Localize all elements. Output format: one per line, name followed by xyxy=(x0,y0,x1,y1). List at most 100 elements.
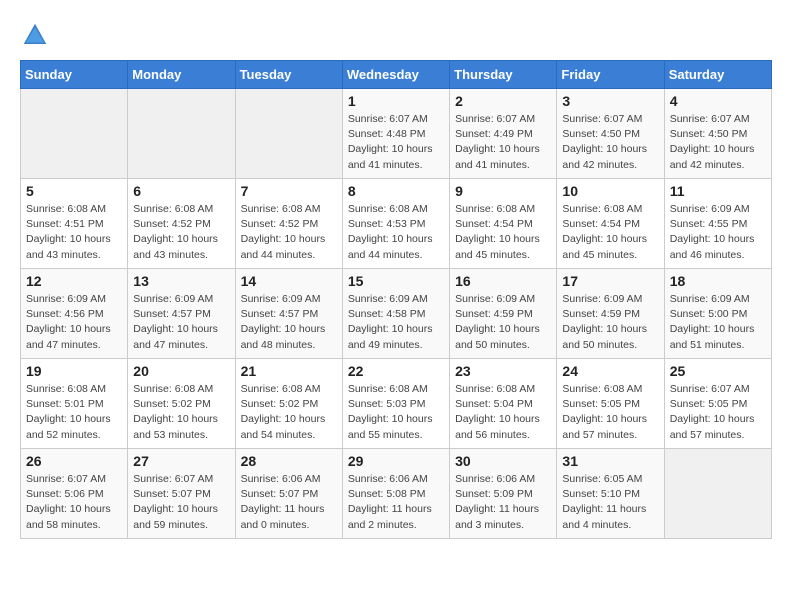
day-info: Sunrise: 6:08 AM Sunset: 5:03 PM Dayligh… xyxy=(348,382,444,443)
day-number: 19 xyxy=(26,363,122,379)
calendar-cell: 23 Sunrise: 6:08 AM Sunset: 5:04 PM Dayli… xyxy=(450,359,557,449)
day-header-sunday: Sunday xyxy=(21,61,128,89)
calendar-cell: 10 Sunrise: 6:08 AM Sunset: 4:54 PM Dayli… xyxy=(557,179,664,269)
day-info: Sunrise: 6:07 AM Sunset: 5:07 PM Dayligh… xyxy=(133,472,229,533)
calendar-cell: 18 Sunrise: 6:09 AM Sunset: 5:00 PM Dayli… xyxy=(664,269,771,359)
day-info: Sunrise: 6:07 AM Sunset: 4:49 PM Dayligh… xyxy=(455,112,551,173)
day-number: 18 xyxy=(670,273,766,289)
calendar-cell: 8 Sunrise: 6:08 AM Sunset: 4:53 PM Daylig… xyxy=(342,179,449,269)
day-info: Sunrise: 6:08 AM Sunset: 5:01 PM Dayligh… xyxy=(26,382,122,443)
day-number: 12 xyxy=(26,273,122,289)
day-info: Sunrise: 6:07 AM Sunset: 5:06 PM Dayligh… xyxy=(26,472,122,533)
day-number: 23 xyxy=(455,363,551,379)
day-number: 17 xyxy=(562,273,658,289)
day-number: 20 xyxy=(133,363,229,379)
day-number: 26 xyxy=(26,453,122,469)
page-header xyxy=(20,20,772,50)
calendar-cell: 11 Sunrise: 6:09 AM Sunset: 4:55 PM Dayli… xyxy=(664,179,771,269)
calendar-cell: 17 Sunrise: 6:09 AM Sunset: 4:59 PM Dayli… xyxy=(557,269,664,359)
calendar-cell: 14 Sunrise: 6:09 AM Sunset: 4:57 PM Dayli… xyxy=(235,269,342,359)
calendar-cell: 19 Sunrise: 6:08 AM Sunset: 5:01 PM Dayli… xyxy=(21,359,128,449)
calendar-cell: 7 Sunrise: 6:08 AM Sunset: 4:52 PM Daylig… xyxy=(235,179,342,269)
day-info: Sunrise: 6:05 AM Sunset: 5:10 PM Dayligh… xyxy=(562,472,658,533)
week-row-1: 1 Sunrise: 6:07 AM Sunset: 4:48 PM Daylig… xyxy=(21,89,772,179)
calendar-cell xyxy=(21,89,128,179)
calendar-cell: 20 Sunrise: 6:08 AM Sunset: 5:02 PM Dayli… xyxy=(128,359,235,449)
calendar-cell: 12 Sunrise: 6:09 AM Sunset: 4:56 PM Dayli… xyxy=(21,269,128,359)
day-number: 14 xyxy=(241,273,337,289)
logo-icon xyxy=(20,20,50,50)
day-info: Sunrise: 6:09 AM Sunset: 4:59 PM Dayligh… xyxy=(562,292,658,353)
calendar-cell: 5Sunrise: 6:08 AM Sunset: 4:51 PM Daylig… xyxy=(21,179,128,269)
day-info: Sunrise: 6:06 AM Sunset: 5:08 PM Dayligh… xyxy=(348,472,444,533)
calendar-cell xyxy=(235,89,342,179)
calendar-cell: 16 Sunrise: 6:09 AM Sunset: 4:59 PM Dayli… xyxy=(450,269,557,359)
day-number: 15 xyxy=(348,273,444,289)
day-header-tuesday: Tuesday xyxy=(235,61,342,89)
day-info: Sunrise: 6:08 AM Sunset: 5:02 PM Dayligh… xyxy=(241,382,337,443)
day-number: 24 xyxy=(562,363,658,379)
week-row-2: 5Sunrise: 6:08 AM Sunset: 4:51 PM Daylig… xyxy=(21,179,772,269)
calendar-cell: 26 Sunrise: 6:07 AM Sunset: 5:06 PM Dayli… xyxy=(21,449,128,539)
day-number: 16 xyxy=(455,273,551,289)
calendar-cell: 13Sunrise: 6:09 AM Sunset: 4:57 PM Dayli… xyxy=(128,269,235,359)
day-number: 30 xyxy=(455,453,551,469)
day-info: Sunrise: 6:08 AM Sunset: 5:04 PM Dayligh… xyxy=(455,382,551,443)
day-number: 1 xyxy=(348,93,444,109)
day-number: 3 xyxy=(562,93,658,109)
day-number: 11 xyxy=(670,183,766,199)
day-info: Sunrise: 6:08 AM Sunset: 4:54 PM Dayligh… xyxy=(455,202,551,263)
calendar-cell: 30 Sunrise: 6:06 AM Sunset: 5:09 PM Dayli… xyxy=(450,449,557,539)
day-info: Sunrise: 6:08 AM Sunset: 5:02 PM Dayligh… xyxy=(133,382,229,443)
week-row-3: 12 Sunrise: 6:09 AM Sunset: 4:56 PM Dayli… xyxy=(21,269,772,359)
day-number: 25 xyxy=(670,363,766,379)
calendar-cell: 24 Sunrise: 6:08 AM Sunset: 5:05 PM Dayli… xyxy=(557,359,664,449)
day-info: Sunrise: 6:09 AM Sunset: 4:56 PM Dayligh… xyxy=(26,292,122,353)
calendar-cell: 4 Sunrise: 6:07 AM Sunset: 4:50 PM Daylig… xyxy=(664,89,771,179)
day-number: 6 xyxy=(133,183,229,199)
calendar-cell: 9Sunrise: 6:08 AM Sunset: 4:54 PM Daylig… xyxy=(450,179,557,269)
day-number: 4 xyxy=(670,93,766,109)
day-info: Sunrise: 6:07 AM Sunset: 4:50 PM Dayligh… xyxy=(562,112,658,173)
day-info: Sunrise: 6:07 AM Sunset: 4:50 PM Dayligh… xyxy=(670,112,766,173)
day-number: 28 xyxy=(241,453,337,469)
day-number: 8 xyxy=(348,183,444,199)
day-info: Sunrise: 6:09 AM Sunset: 4:55 PM Dayligh… xyxy=(670,202,766,263)
day-info: Sunrise: 6:09 AM Sunset: 5:00 PM Dayligh… xyxy=(670,292,766,353)
day-number: 7 xyxy=(241,183,337,199)
day-number: 2 xyxy=(455,93,551,109)
day-info: Sunrise: 6:07 AM Sunset: 5:05 PM Dayligh… xyxy=(670,382,766,443)
day-info: Sunrise: 6:08 AM Sunset: 5:05 PM Dayligh… xyxy=(562,382,658,443)
calendar-cell xyxy=(664,449,771,539)
day-number: 31 xyxy=(562,453,658,469)
day-info: Sunrise: 6:08 AM Sunset: 4:54 PM Dayligh… xyxy=(562,202,658,263)
day-info: Sunrise: 6:08 AM Sunset: 4:52 PM Dayligh… xyxy=(133,202,229,263)
week-row-5: 26 Sunrise: 6:07 AM Sunset: 5:06 PM Dayli… xyxy=(21,449,772,539)
day-info: Sunrise: 6:09 AM Sunset: 4:59 PM Dayligh… xyxy=(455,292,551,353)
day-info: Sunrise: 6:06 AM Sunset: 5:09 PM Dayligh… xyxy=(455,472,551,533)
week-row-4: 19 Sunrise: 6:08 AM Sunset: 5:01 PM Dayli… xyxy=(21,359,772,449)
day-info: Sunrise: 6:08 AM Sunset: 4:52 PM Dayligh… xyxy=(241,202,337,263)
day-info: Sunrise: 6:08 AM Sunset: 4:53 PM Dayligh… xyxy=(348,202,444,263)
calendar-cell: 6 Sunrise: 6:08 AM Sunset: 4:52 PM Daylig… xyxy=(128,179,235,269)
calendar-cell: 27 Sunrise: 6:07 AM Sunset: 5:07 PM Dayli… xyxy=(128,449,235,539)
day-info: Sunrise: 6:06 AM Sunset: 5:07 PM Dayligh… xyxy=(241,472,337,533)
day-info: Sunrise: 6:07 AM Sunset: 4:48 PM Dayligh… xyxy=(348,112,444,173)
day-number: 13 xyxy=(133,273,229,289)
calendar-cell: 22 Sunrise: 6:08 AM Sunset: 5:03 PM Dayli… xyxy=(342,359,449,449)
day-number: 22 xyxy=(348,363,444,379)
days-header-row: SundayMondayTuesdayWednesdayThursdayFrid… xyxy=(21,61,772,89)
calendar-cell: 31 Sunrise: 6:05 AM Sunset: 5:10 PM Dayli… xyxy=(557,449,664,539)
day-header-saturday: Saturday xyxy=(664,61,771,89)
calendar-cell xyxy=(128,89,235,179)
calendar-cell: 2 Sunrise: 6:07 AM Sunset: 4:49 PM Daylig… xyxy=(450,89,557,179)
day-number: 21 xyxy=(241,363,337,379)
day-info: Sunrise: 6:09 AM Sunset: 4:57 PM Dayligh… xyxy=(241,292,337,353)
calendar-cell: 1 Sunrise: 6:07 AM Sunset: 4:48 PM Daylig… xyxy=(342,89,449,179)
day-header-wednesday: Wednesday xyxy=(342,61,449,89)
day-header-thursday: Thursday xyxy=(450,61,557,89)
day-number: 10 xyxy=(562,183,658,199)
day-number: 27 xyxy=(133,453,229,469)
day-header-friday: Friday xyxy=(557,61,664,89)
day-info: Sunrise: 6:08 AM Sunset: 4:51 PM Dayligh… xyxy=(26,202,122,263)
